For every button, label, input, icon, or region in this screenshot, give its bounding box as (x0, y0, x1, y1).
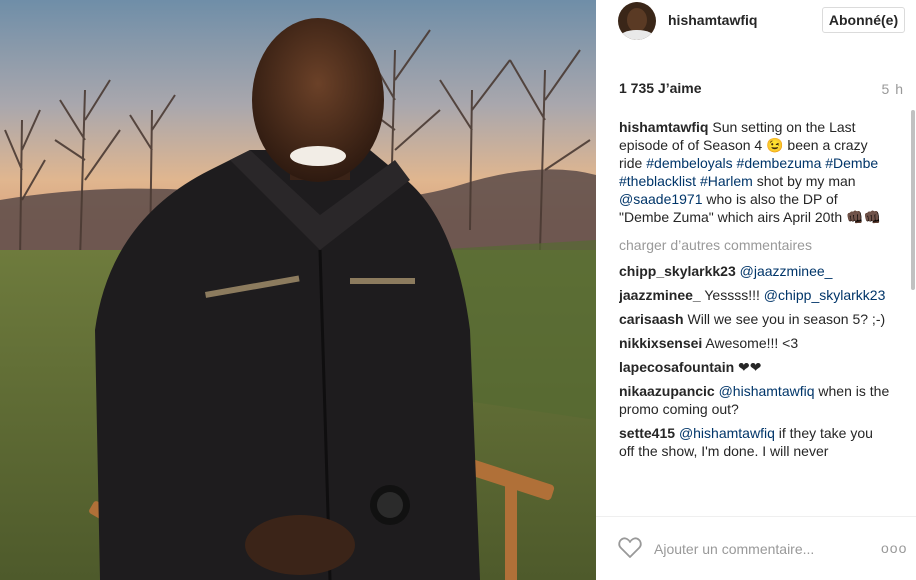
hashtag-link[interactable]: #dembezuma (737, 155, 822, 171)
hashtag-link[interactable]: #dembeloyals (646, 155, 732, 171)
mention-link[interactable]: @hishamtawfiq (679, 425, 775, 441)
following-button[interactable]: Abonné(e) (822, 7, 905, 33)
comment-username[interactable]: sette415 (619, 425, 675, 441)
comment-item: carisaash Will we see you in season 5? ;… (619, 310, 891, 328)
hashtag-link[interactable]: #theblacklist (619, 173, 696, 189)
comment-item: jaazzminee_ Yessss!!! @chipp_skylarkk23 (619, 286, 891, 304)
caption-emoji: 👊🏿👊🏿 (846, 209, 881, 225)
avatar-face (627, 8, 647, 32)
add-comment-input[interactable]: Ajouter un commentaire... (654, 541, 814, 557)
post-photo[interactable] (0, 0, 596, 580)
comment-text: Will we see you in season 5? ;-) (687, 311, 886, 327)
scrollbar-thumb[interactable] (911, 110, 915, 290)
comment-item: chipp_skylarkk23 @jaazzminee_ (619, 262, 891, 280)
comment-username[interactable]: nikaazupancic (619, 383, 715, 399)
more-options-icon[interactable]: ooo (881, 540, 907, 556)
post-photo-graphic (0, 0, 596, 580)
comment-item: lapecosafountain ❤❤ (619, 358, 891, 376)
hashtag-link[interactable]: #Harlem (700, 173, 753, 189)
comment-text: Awesome!!! <3 (705, 335, 799, 351)
comment-username[interactable]: chipp_skylarkk23 (619, 263, 736, 279)
post-header: hishamtawfiq Abonné(e) (596, 0, 916, 44)
comment-username[interactable]: lapecosafountain (619, 359, 734, 375)
comment-username[interactable]: carisaash (619, 311, 684, 327)
avatar-shirt (620, 30, 654, 40)
comment-item: nikaazupancic @hishamtawfiq when is the … (619, 382, 891, 418)
avatar[interactable] (618, 2, 656, 40)
comment-item: sette415 @hishamtawfiq if they take you … (619, 424, 891, 460)
mention-link[interactable]: @hishamtawfiq (719, 383, 815, 399)
footer-divider (596, 516, 916, 517)
comments-scrollbar[interactable] (910, 104, 916, 516)
caption: hishamtawfiq Sun setting on the Last epi… (619, 118, 891, 226)
mention-link[interactable]: @jaazzminee_ (740, 263, 833, 279)
caption-text: shot by my man (756, 173, 856, 189)
comment-item: nikkixsensei Awesome!!! <3 (619, 334, 891, 352)
like-count[interactable]: 1 735 J’aime (619, 80, 702, 96)
mention-link[interactable]: @chipp_skylarkk23 (764, 287, 886, 303)
comment-username[interactable]: jaazzminee_ (619, 287, 701, 303)
hashtag-link[interactable]: #Dembe (825, 155, 878, 171)
post-time[interactable]: 5 h (882, 81, 904, 97)
comment-text: ❤❤ (738, 359, 762, 375)
caption-username[interactable]: hishamtawfiq (619, 119, 708, 135)
comment-text: Yessss!!! (704, 287, 760, 303)
comment-username[interactable]: nikkixsensei (619, 335, 702, 351)
comments-list[interactable]: hishamtawfiq Sun setting on the Last epi… (619, 118, 891, 515)
mention-link[interactable]: @saade1971 (619, 191, 703, 207)
heart-outline-icon[interactable] (618, 537, 642, 559)
author-username[interactable]: hishamtawfiq (668, 12, 757, 28)
load-more-comments-link[interactable]: charger d’autres commentaires (619, 236, 891, 254)
post-details-panel: hishamtawfiq Abonné(e) 1 735 J’aime 5 h … (596, 0, 916, 580)
